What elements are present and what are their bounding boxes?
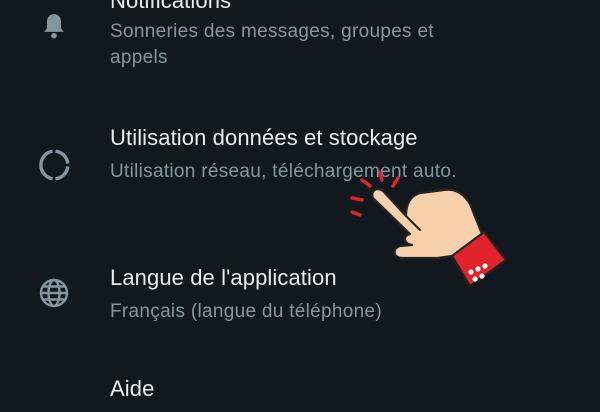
settings-item-subtitle: Français (langue du téléphone) xyxy=(110,301,383,322)
settings-item-subtitle: Sonneries des messages, groupes et appel… xyxy=(110,21,434,68)
settings-item-title: Aide xyxy=(110,376,155,401)
bell-icon xyxy=(36,8,72,44)
data-usage-icon xyxy=(36,147,72,183)
settings-item-title: Utilisation données et stockage xyxy=(110,125,418,150)
tap-hand-icon xyxy=(340,160,520,300)
globe-icon xyxy=(36,275,72,311)
settings-item-help[interactable]: Aide xyxy=(0,370,600,401)
settings-item-title: Notifications xyxy=(110,0,232,13)
settings-screen: Notifications Sonneries des messages, gr… xyxy=(0,0,600,401)
settings-item-notifications[interactable]: Notifications Sonneries des messages, gr… xyxy=(0,0,600,90)
settings-item-title: Langue de l'application xyxy=(110,265,337,290)
